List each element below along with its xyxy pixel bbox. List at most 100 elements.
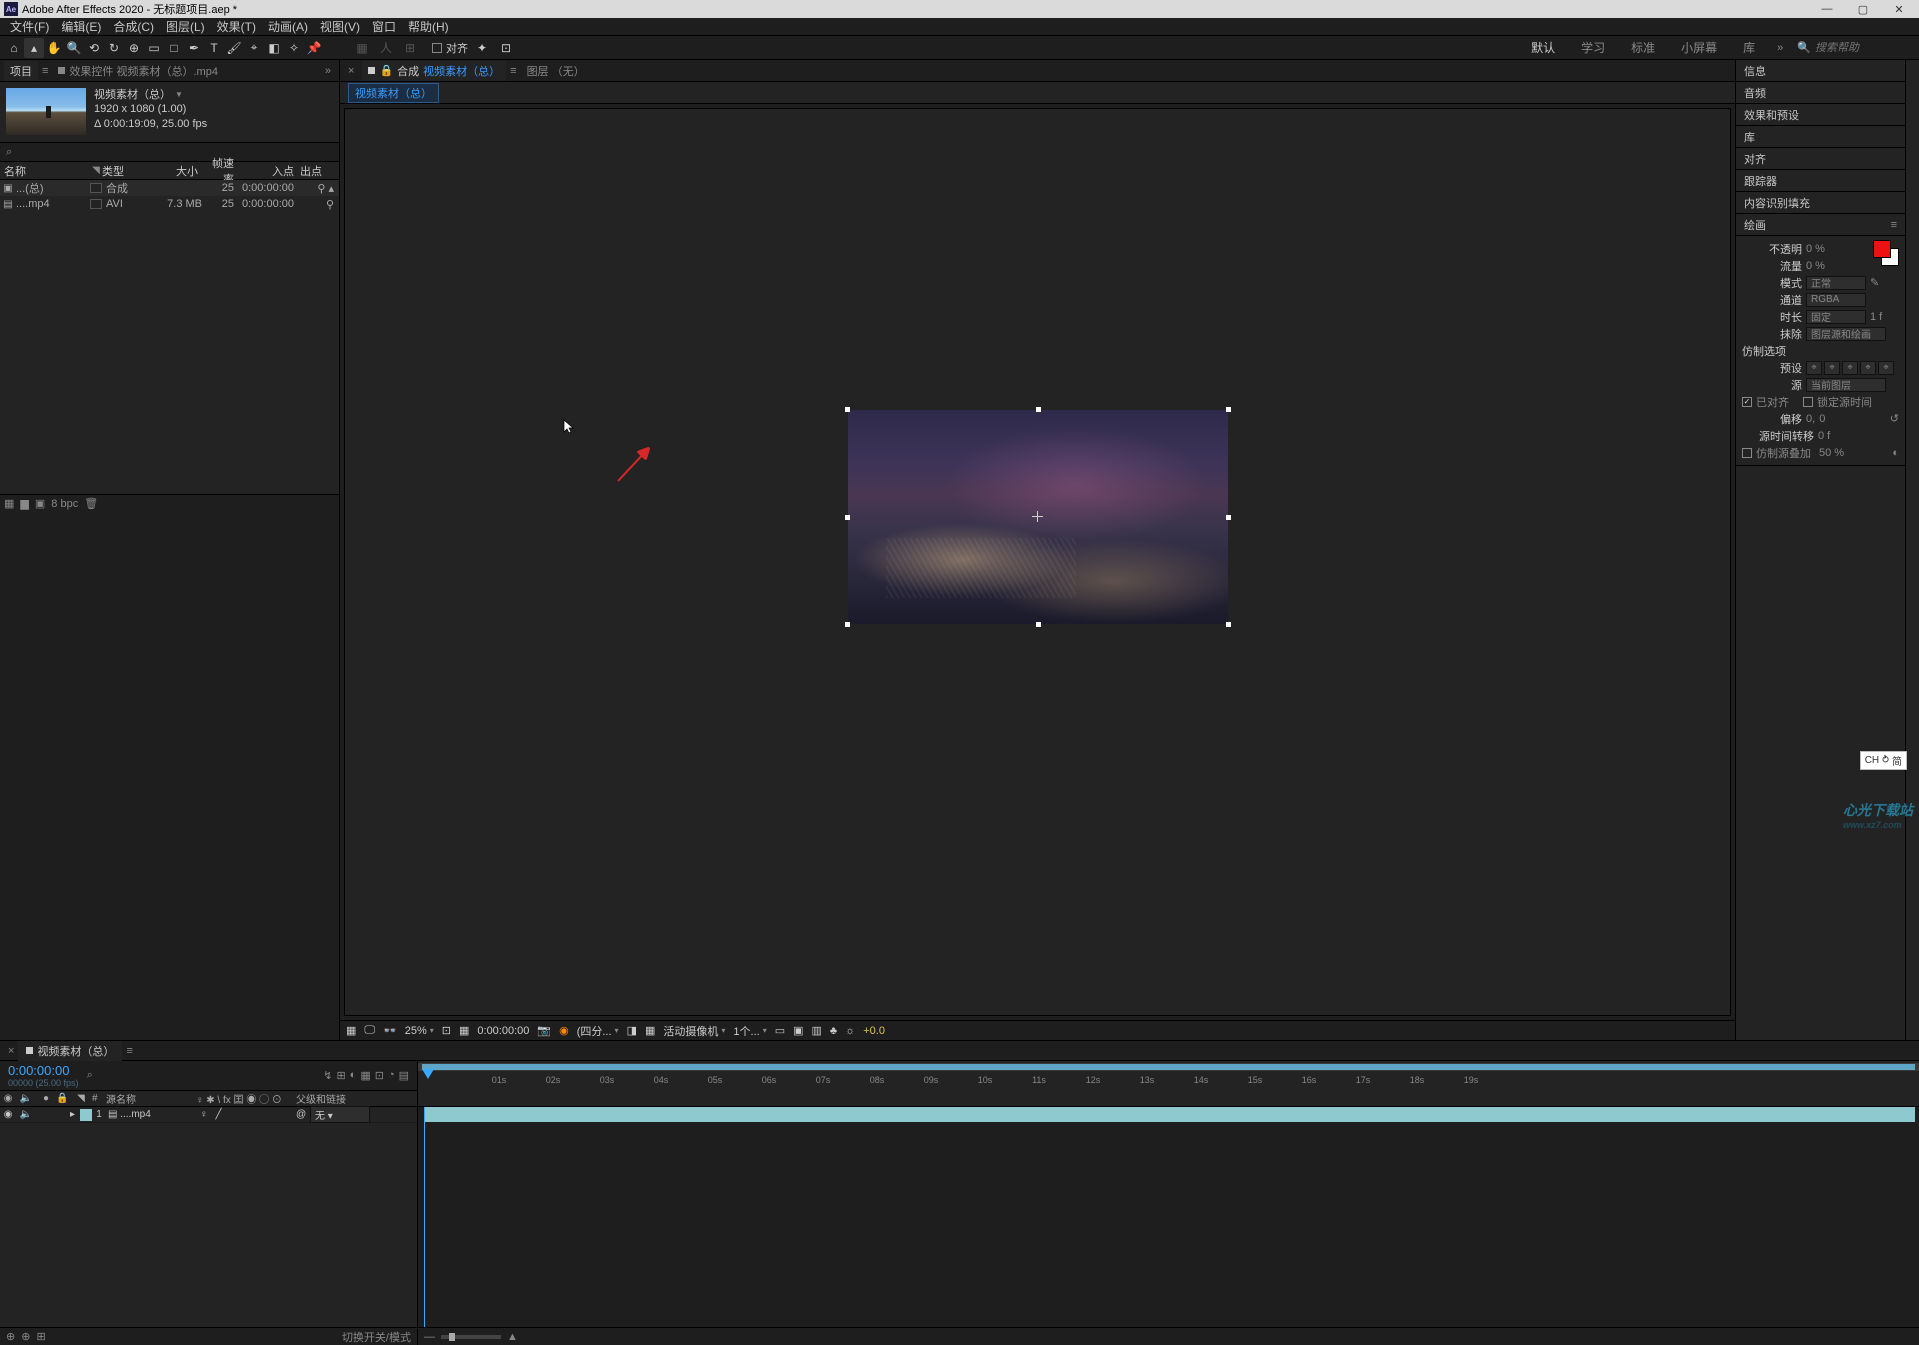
home-tool[interactable]: ⌂ (4, 38, 24, 58)
draft3d-icon[interactable]: ⊡ (375, 1069, 384, 1082)
selection-handle[interactable] (845, 622, 850, 627)
video-toggle-icon[interactable]: ◉ (4, 1109, 13, 1120)
selection-handle[interactable] (1036, 407, 1041, 412)
tab-close-icon[interactable]: × (4, 1045, 18, 1057)
resolution-dropdown[interactable]: (四分... (577, 1023, 619, 1039)
col-type[interactable]: 类型 (102, 163, 152, 179)
clone-overlay-checkbox[interactable] (1742, 448, 1752, 458)
zoom-slider[interactable] (441, 1335, 501, 1339)
audio-col-icon[interactable]: 🔈 (20, 1093, 32, 1104)
parent-pickwhip-icon[interactable]: @ (296, 1109, 310, 1120)
layer-name[interactable]: ....mp4 (120, 1109, 151, 1120)
exposure-reset-icon[interactable]: ☼ (845, 1025, 855, 1037)
label-col-icon[interactable]: ◥ (70, 1093, 92, 1104)
paint-flow[interactable]: 0 % (1806, 260, 1825, 272)
comp-panel-menu-icon[interactable]: ≡ (510, 65, 516, 77)
menu-view[interactable]: 视图(V) (316, 18, 364, 35)
timeline-layer-row[interactable]: ◉🔈 ▸ 1 ▤ ....mp4 ♀╱ @ 无 ▾ (0, 1107, 417, 1123)
menu-composition[interactable]: 合成(C) (109, 18, 158, 35)
graph-editor-icon[interactable]: ▦ (360, 1069, 370, 1082)
col-tag-icon[interactable]: ◥ (90, 165, 102, 176)
project-row-comp[interactable]: ▣ ...(总) 合成 25 0:00:00:00 ⚲ ▴ (0, 180, 339, 196)
tab-composition[interactable]: 🔒 合成 视频素材（总） (362, 61, 506, 81)
selection-tool[interactable]: ▴ (24, 38, 44, 58)
lock-col-icon[interactable]: 🔒 (56, 1093, 70, 1104)
workspace-standard[interactable]: 标准 (1623, 39, 1663, 56)
exposure-value[interactable]: +0.0 (863, 1025, 885, 1037)
clone-preset-2[interactable]: ⌖ (1824, 361, 1840, 375)
snap-toggle-1[interactable]: ▦ (352, 38, 372, 58)
snap-opt-1[interactable]: ✦ (472, 38, 492, 58)
clone-tool[interactable]: ⌖ (244, 38, 264, 58)
pixel-ar-icon[interactable]: ▭ (775, 1024, 785, 1037)
mask-rect-tool[interactable]: ▭ (144, 38, 164, 58)
paint-channels-dropdown[interactable]: RGBA (1806, 293, 1866, 307)
camera-dropdown[interactable]: 活动摄像机 (663, 1023, 725, 1039)
anchor-point-icon[interactable] (1032, 511, 1043, 522)
puppet-tool[interactable]: 📌 (304, 38, 324, 58)
selection-handle[interactable] (1226, 515, 1231, 520)
paint-erase-dropdown[interactable]: 图层源和绘画 (1806, 327, 1886, 341)
timeline-panel-menu-icon[interactable]: ≡ (122, 1045, 136, 1057)
selection-handle[interactable] (1226, 622, 1231, 627)
views-dropdown[interactable]: 1个... (733, 1023, 766, 1039)
flowchart-comp-chip[interactable]: 视频素材（总） (348, 83, 439, 103)
menu-effect[interactable]: 效果(T) (213, 18, 260, 35)
project-row-footage[interactable]: ▤ ....mp4 AVI 7.3 MB 25 0:00:00:00 ⚲ (0, 196, 339, 212)
cti-line[interactable] (424, 1107, 425, 1327)
toggle-switches-button[interactable]: 切换开关/模式 (342, 1329, 411, 1345)
panel-audio[interactable]: 音频 (1736, 82, 1905, 104)
timeline-icon[interactable]: ▥ (812, 1024, 822, 1037)
layer-duration-bar[interactable] (424, 1107, 1915, 1122)
work-area-bar[interactable] (418, 1063, 1919, 1071)
project-search[interactable]: ⌕ (0, 142, 339, 162)
layer-label-swatch[interactable] (80, 1109, 92, 1121)
orbit-tool[interactable]: ⟲ (84, 38, 104, 58)
menu-layer[interactable]: 图层(L) (162, 18, 209, 35)
paint-duration-dropdown[interactable]: 固定 (1806, 310, 1866, 324)
panel-menu-icon[interactable]: ≡ (1891, 219, 1897, 231)
tl-footer-icon-3[interactable]: ⊞ (36, 1330, 45, 1343)
frameblend-toggle-icon[interactable]: ⊞ (336, 1069, 345, 1082)
col-name[interactable]: 名称 (4, 163, 26, 179)
clone-preset-4[interactable]: ⌖ (1860, 361, 1876, 375)
solo-col-icon[interactable]: ● (36, 1093, 56, 1104)
mask-toggle-icon[interactable]: 🖵 (364, 1024, 375, 1037)
guides-toggle-icon[interactable]: 👓 (383, 1024, 397, 1037)
pen-tool[interactable]: ✒ (184, 38, 204, 58)
clone-source-dropdown[interactable]: 当前图层 (1806, 378, 1886, 392)
paint-mode-dropdown[interactable]: 正常 (1806, 276, 1866, 290)
folder-icon[interactable]: ▆ (20, 497, 28, 510)
trash-icon[interactable]: 🗑 (84, 497, 98, 510)
zoom-in-icon[interactable]: ▲ (507, 1331, 518, 1343)
roto-tool[interactable]: ✧ (284, 38, 304, 58)
expand-columns-icon[interactable]: ▤ (399, 1069, 409, 1082)
lock-source-checkbox[interactable] (1803, 397, 1813, 407)
reset-icon[interactable]: ↺ (1890, 412, 1899, 425)
aligned-checkbox[interactable] (1742, 397, 1752, 407)
snap-opt-2[interactable]: ⊡ (496, 38, 516, 58)
close-button[interactable]: ✕ (1887, 3, 1911, 16)
parent-header[interactable]: 父级和链接 (296, 1091, 376, 1106)
ime-indicator[interactable]: CH⥁简 (1860, 751, 1907, 770)
eyedropper-icon[interactable]: ✎ (1870, 276, 1879, 289)
maximize-button[interactable]: ▢ (1851, 3, 1875, 16)
fast-preview-icon[interactable]: ▣ (793, 1024, 803, 1037)
tl-footer-icon-1[interactable]: ⊕ (6, 1330, 15, 1343)
render-time-icon[interactable]: ◔ (388, 1069, 395, 1082)
snap-toggle-3[interactable]: ⊞ (400, 38, 420, 58)
panbehind-tool[interactable]: ⊕ (124, 38, 144, 58)
tab-layer[interactable]: 图层 （无） (521, 61, 591, 81)
selection-handle[interactable] (1226, 407, 1231, 412)
tl-footer-icon-2[interactable]: ⊕ (21, 1330, 30, 1343)
flowchart-icon[interactable]: ♣ (830, 1025, 837, 1037)
text-tool[interactable]: T (204, 38, 224, 58)
lock-icon[interactable]: 🔒 (379, 64, 393, 77)
col-size[interactable]: 大小 (152, 163, 202, 179)
workspace-libraries[interactable]: 库 (1735, 39, 1763, 56)
workspace-default[interactable]: 默认 (1523, 39, 1563, 56)
project-tab[interactable]: 项目 (4, 61, 38, 81)
panel-paint-header[interactable]: 绘画≡ (1736, 214, 1905, 236)
panel-info[interactable]: 信息 (1736, 60, 1905, 82)
paint-opacity[interactable]: 0 % (1806, 243, 1825, 255)
